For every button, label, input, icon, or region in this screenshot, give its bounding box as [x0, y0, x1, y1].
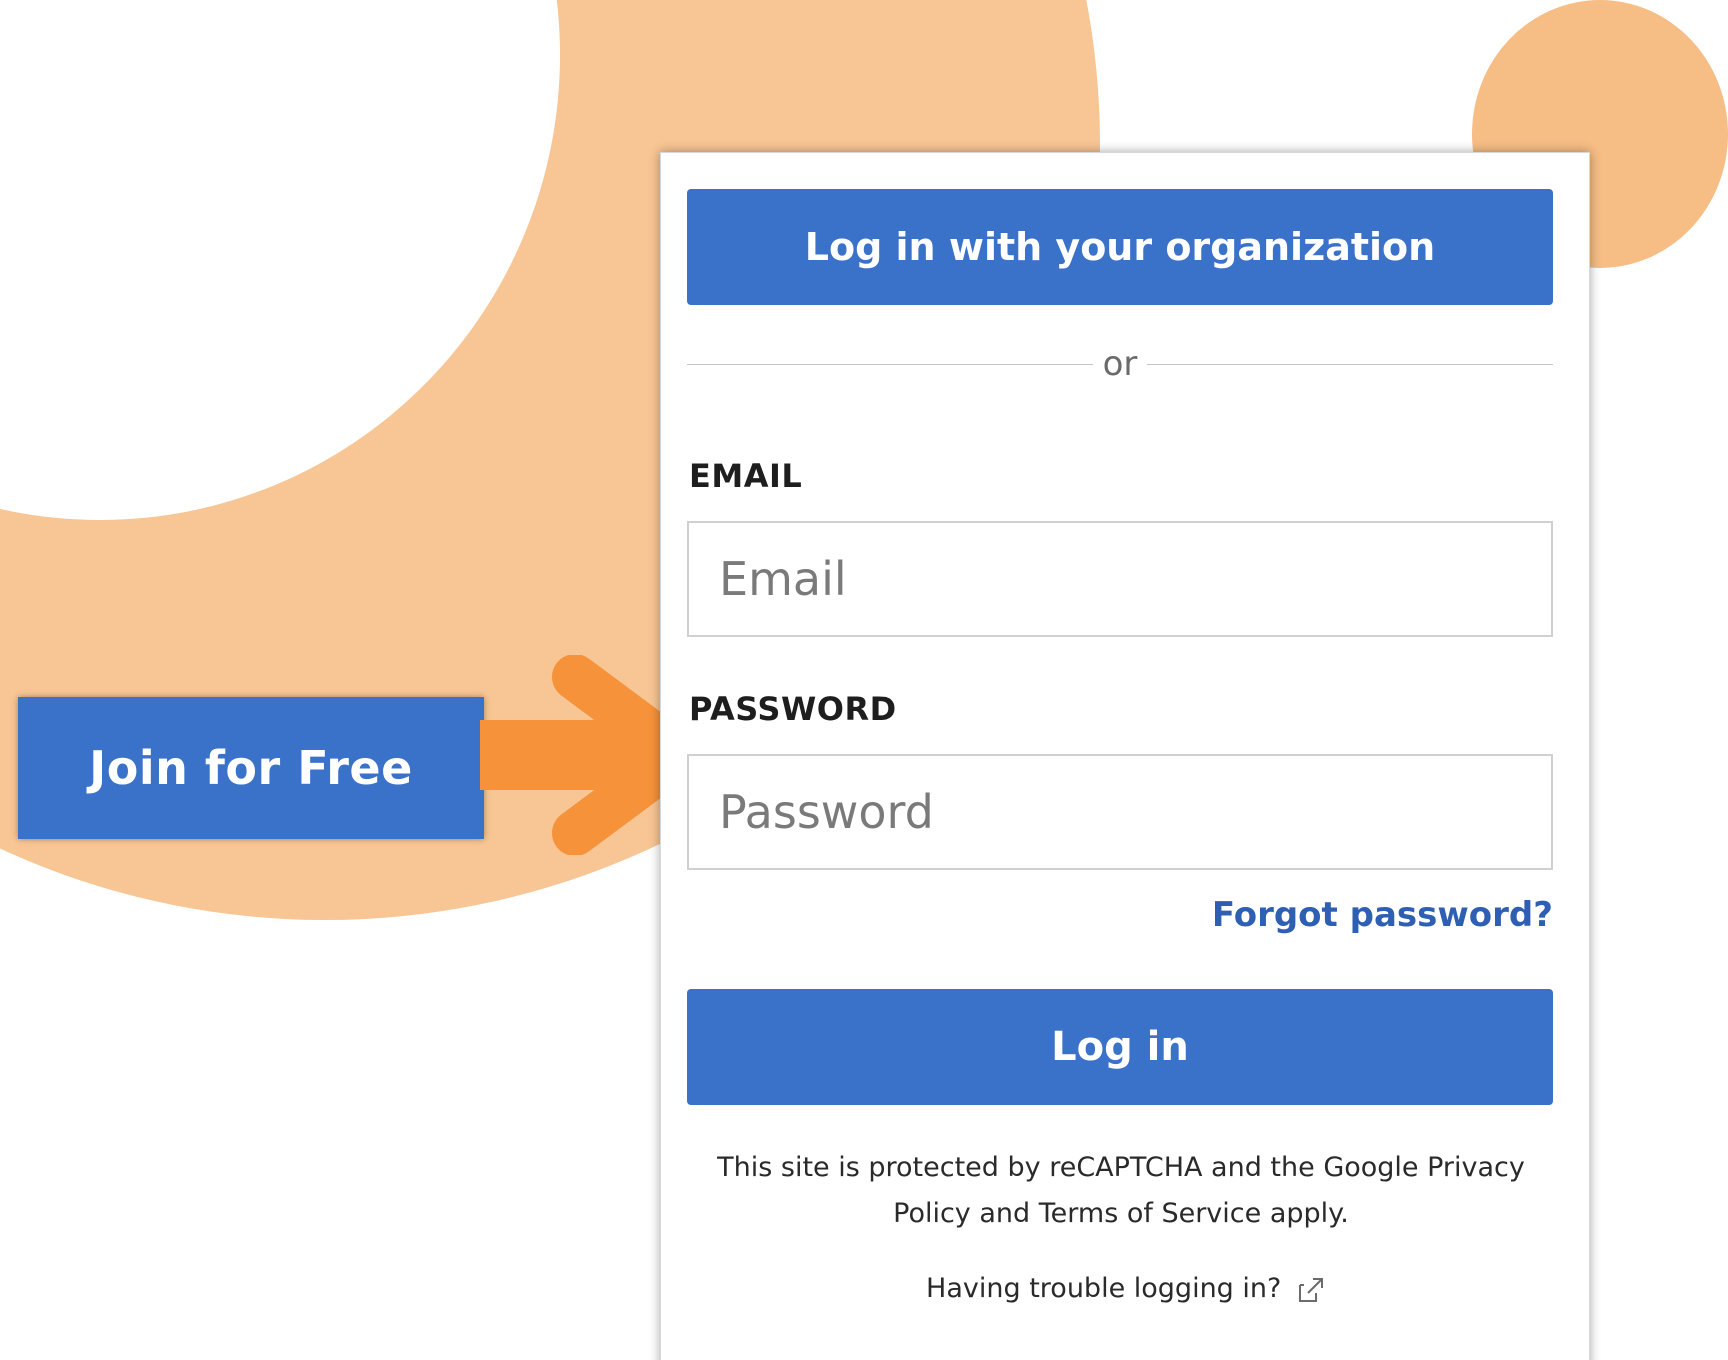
login-card: Log in with your organization or EMAIL P… [660, 152, 1590, 1360]
divider-line-left [687, 363, 1093, 365]
or-divider: or [687, 344, 1553, 384]
email-label: EMAIL [689, 457, 803, 495]
login-button[interactable]: Log in [687, 989, 1553, 1105]
trouble-logging-in-link[interactable]: Having trouble logging in? [661, 1273, 1591, 1305]
divider-text: or [1102, 344, 1138, 384]
password-field[interactable] [687, 754, 1553, 870]
email-field[interactable] [687, 521, 1553, 637]
forgot-password-link[interactable]: Forgot password? [1212, 895, 1553, 935]
password-label: PASSWORD [689, 690, 897, 728]
org-login-button[interactable]: Log in with your organization [687, 189, 1553, 305]
trouble-link-label: Having trouble logging in? [926, 1273, 1282, 1304]
page-canvas: Join for Free Log in with your organizat… [0, 0, 1728, 1360]
join-for-free-button[interactable]: Join for Free [18, 697, 484, 839]
recaptcha-notice: This site is protected by reCAPTCHA and … [717, 1152, 1525, 1229]
external-link-icon [1298, 1277, 1323, 1302]
divider-line-right [1147, 363, 1553, 365]
